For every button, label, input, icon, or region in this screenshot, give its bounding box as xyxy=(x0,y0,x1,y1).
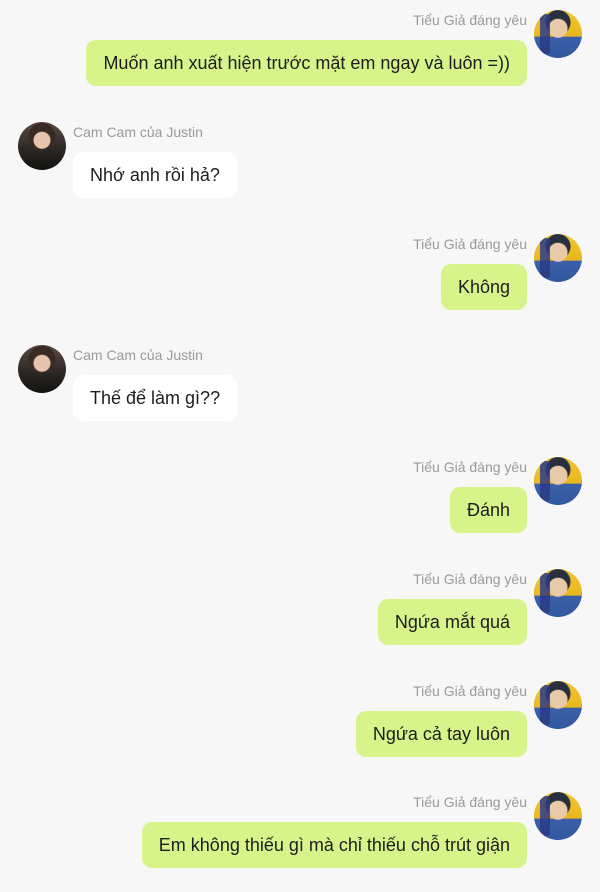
message-bubble[interactable]: Ngứa cả tay luôn xyxy=(355,711,527,757)
sender-name: Tiểu Giả đáng yêu xyxy=(413,236,527,252)
avatar[interactable] xyxy=(18,345,66,393)
sender-name: Tiểu Giả đáng yêu xyxy=(413,794,527,810)
sender-name: Tiểu Giả đáng yêu xyxy=(413,459,527,475)
message-row: Cam Cam của Justin Nhớ anh rồi hả? xyxy=(0,122,600,222)
avatar[interactable] xyxy=(534,792,582,840)
message-row: Tiểu Giả đáng yêu Em không thiếu gì mà c… xyxy=(0,792,600,892)
message-bubble[interactable]: Nhớ anh rồi hả? xyxy=(73,152,237,198)
message-row: Tiểu Giả đáng yêu Ngứa mắt quá xyxy=(0,569,600,669)
message-bubble[interactable]: Thế để làm gì?? xyxy=(73,375,238,421)
message-row: Cam Cam của Justin Thế để làm gì?? xyxy=(0,345,600,445)
message-bubble[interactable]: Không xyxy=(440,264,527,310)
message-row: Tiểu Giả đáng yêu Muốn anh xuất hiện trư… xyxy=(0,10,600,110)
message-row: Tiểu Giả đáng yêu Không xyxy=(0,234,600,334)
sender-name: Tiểu Giả đáng yêu xyxy=(413,683,527,699)
message-row: Tiểu Giả đáng yêu Đánh xyxy=(0,457,600,557)
sender-name: Cam Cam của Justin xyxy=(73,124,203,140)
sender-name: Tiểu Giả đáng yêu xyxy=(413,12,527,28)
message-row: Tiểu Giả đáng yêu Ngứa cả tay luôn xyxy=(0,681,600,781)
avatar[interactable] xyxy=(534,10,582,58)
avatar[interactable] xyxy=(534,681,582,729)
avatar[interactable] xyxy=(534,234,582,282)
message-bubble[interactable]: Em không thiếu gì mà chỉ thiếu chỗ trút … xyxy=(141,822,527,868)
message-bubble[interactable]: Ngứa mắt quá xyxy=(377,599,527,645)
sender-name: Cam Cam của Justin xyxy=(73,347,203,363)
avatar[interactable] xyxy=(534,457,582,505)
message-bubble[interactable]: Muốn anh xuất hiện trước mặt em ngay và … xyxy=(86,40,527,86)
message-bubble[interactable]: Đánh xyxy=(449,487,527,533)
avatar[interactable] xyxy=(18,122,66,170)
avatar[interactable] xyxy=(534,569,582,617)
sender-name: Tiểu Giả đáng yêu xyxy=(413,571,527,587)
